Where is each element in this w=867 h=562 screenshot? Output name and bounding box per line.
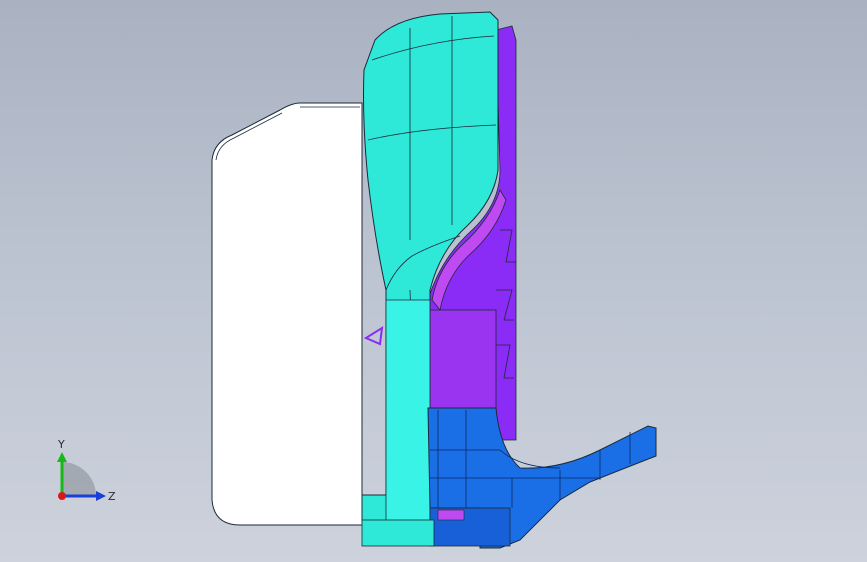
triad-origin-icon [58, 492, 66, 500]
orientation-triad[interactable]: Y Z [40, 430, 130, 520]
z-axis-arrow-icon [96, 491, 106, 501]
magenta-foot-strip [437, 509, 465, 521]
3d-viewport[interactable]: Y Z [0, 0, 867, 562]
cad-model[interactable] [0, 0, 867, 562]
z-axis-label: Z [108, 490, 116, 503]
triad-quarter-disc [62, 462, 96, 496]
cyan-foot [361, 519, 435, 547]
inner-purple-lower [427, 309, 497, 409]
cyan-shell-lower [385, 299, 431, 526]
small-purple-notch [363, 326, 384, 346]
y-axis-label: Y [57, 438, 65, 451]
housing-body [211, 102, 363, 526]
y-axis-arrow-icon [57, 452, 67, 462]
